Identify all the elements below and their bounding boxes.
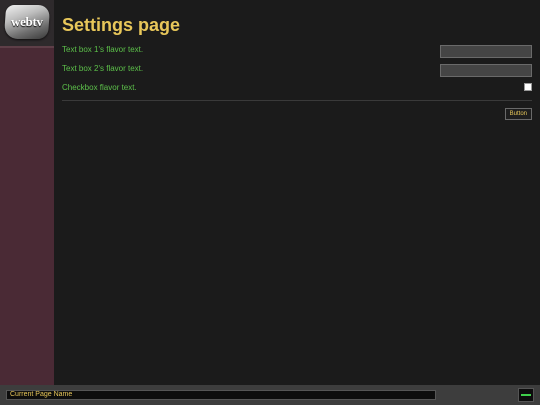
- connection-icon: [518, 388, 534, 402]
- settings-checkbox[interactable]: [524, 83, 532, 91]
- action-button[interactable]: Button: [504, 108, 532, 120]
- webtv-logo[interactable]: webtv: [3, 5, 51, 39]
- textbox-2-input[interactable]: [440, 64, 532, 77]
- logo-text: webtv: [11, 14, 43, 29]
- page-title: Settings page: [62, 15, 181, 35]
- textbox-1-row: Text box 1's flavor text.: [62, 45, 532, 61]
- checkbox-label: Checkbox flavor text.: [62, 83, 137, 92]
- textbox-2-label: Text box 2's flavor text.: [62, 64, 144, 73]
- main-content: Settings page Text box 1's flavor text. …: [54, 0, 540, 385]
- checkbox-row: Checkbox flavor text.: [62, 83, 532, 99]
- textbox-2-row: Text box 2's flavor text.: [62, 64, 532, 80]
- webtv-app: webtv Settings page Text box 1's flavor …: [0, 0, 540, 405]
- status-bar: Current Page Name: [0, 385, 540, 405]
- textbox-1-label: Text box 1's flavor text.: [62, 45, 144, 54]
- current-page-name: Current Page Name: [6, 390, 436, 400]
- textbox-1-input[interactable]: [440, 45, 532, 58]
- logo-area: webtv: [0, 0, 54, 48]
- divider: [62, 100, 532, 101]
- sidebar: webtv: [0, 0, 54, 385]
